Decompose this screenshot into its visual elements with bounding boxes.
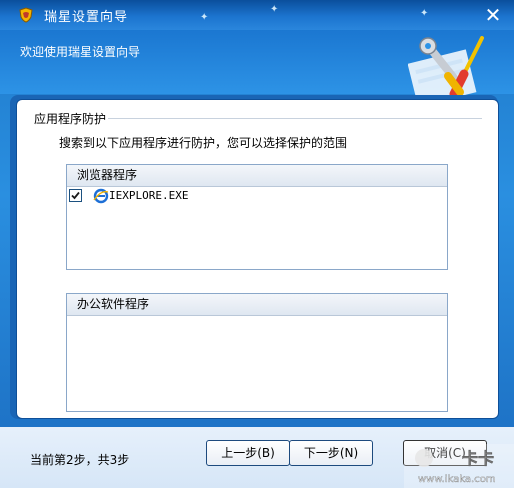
- close-icon: ✕: [484, 3, 502, 27]
- iexplore-label: IEXPLORE.EXE: [109, 189, 189, 202]
- window-title: 瑞星设置向导: [44, 10, 129, 25]
- sparkle-icon: ✦: [420, 8, 429, 19]
- sparkle-icon: ✦: [200, 12, 209, 23]
- office-program-list[interactable]: 办公软件程序: [66, 293, 448, 412]
- setup-wizard-window: 瑞星设置向导 ✕ 欢迎使用瑞星设置向导 ✦ ✦ ✦ 应用程序防护 搜索到以下应用…: [0, 0, 514, 488]
- ie-icon: [93, 188, 109, 204]
- checkmark-icon: [71, 191, 80, 200]
- svg-text:卡卡: 卡卡: [462, 449, 494, 468]
- svg-text:www.ikaka.com: www.ikaka.com: [418, 474, 496, 485]
- office-list-header: 办公软件程序: [67, 294, 447, 316]
- rising-shield-icon: [19, 7, 33, 23]
- group-title: 应用程序防护: [34, 112, 107, 126]
- title-bar[interactable]: 瑞星设置向导 ✕: [0, 0, 514, 30]
- sparkle-icon: ✦: [270, 4, 279, 15]
- browser-program-list[interactable]: 浏览器程序 IEXPLORE.EXE: [66, 164, 448, 270]
- close-button[interactable]: ✕: [484, 3, 502, 27]
- browser-list-header: 浏览器程序: [67, 165, 447, 187]
- instruction-text: 搜索到以下应用程序进行防护，您可以选择保护的范围: [59, 136, 348, 150]
- ikaka-watermark-logo: 卡卡 www.ikaka.com: [404, 444, 514, 488]
- header-banner: 欢迎使用瑞星设置向导 ✦ ✦ ✦: [0, 4, 514, 100]
- iexplore-checkbox[interactable]: [69, 189, 82, 202]
- step-status: 当前第2步，共3步: [30, 453, 130, 467]
- list-item[interactable]: IEXPLORE.EXE: [69, 188, 369, 205]
- next-button[interactable]: 下一步(N): [289, 440, 373, 466]
- previous-button[interactable]: 上一步(B): [206, 440, 290, 466]
- welcome-text: 欢迎使用瑞星设置向导: [20, 45, 141, 59]
- group-divider: [108, 118, 482, 119]
- wrench-screwdriver-icon: [408, 36, 484, 100]
